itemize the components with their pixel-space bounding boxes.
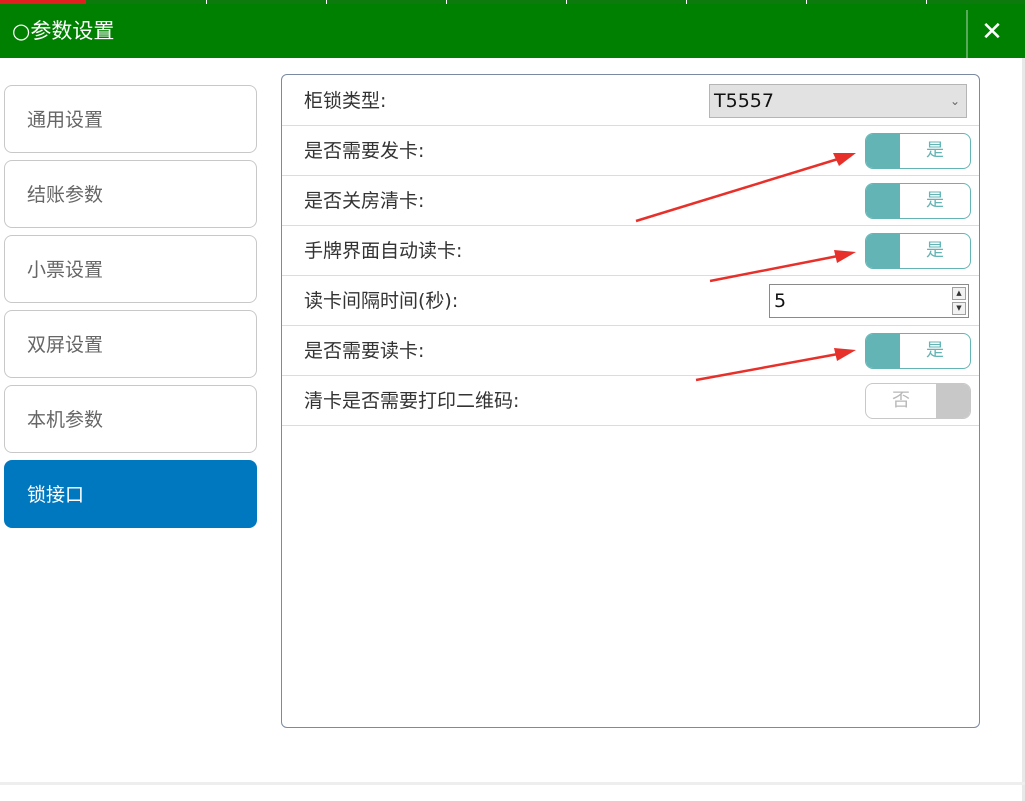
- chevron-down-icon: ⌄: [949, 94, 960, 108]
- need-issue-card-toggle[interactable]: 是: [865, 133, 971, 169]
- titlebar: ○参数设置 ✕: [0, 4, 1025, 58]
- toggle-knob: [866, 134, 900, 168]
- stepper-down-icon[interactable]: ▼: [952, 302, 966, 315]
- toggle-knob: [936, 384, 970, 418]
- setting-label: 读卡间隔时间(秒):: [304, 290, 459, 312]
- setting-label: 柜锁类型:: [304, 90, 387, 112]
- setting-row-auto-read: 手牌界面自动读卡: 是: [282, 226, 979, 276]
- setting-label: 清卡是否需要打印二维码:: [304, 390, 520, 412]
- stepper-buttons: ▲ ▼: [952, 287, 966, 315]
- sidebar-item-label: 本机参数: [27, 409, 104, 431]
- need-read-card-toggle[interactable]: 是: [865, 333, 971, 369]
- toggle-text: 是: [926, 190, 944, 211]
- toggle-knob: [866, 184, 900, 218]
- setting-row-need-read-card: 是否需要读卡: 是: [282, 326, 979, 376]
- clear-card-checkout-toggle[interactable]: 是: [865, 183, 971, 219]
- sidebar-item-general[interactable]: 通用设置: [4, 85, 257, 153]
- lock-type-value: T5557: [714, 90, 774, 112]
- toggle-text: 是: [926, 140, 944, 161]
- sidebar-item-dual-screen[interactable]: 双屏设置: [4, 310, 257, 378]
- window-bottom-edge: [0, 782, 1025, 785]
- close-icon[interactable]: ✕: [976, 12, 1008, 52]
- read-interval-stepper[interactable]: 5 ▲ ▼: [769, 284, 969, 318]
- setting-row-read-interval: 读卡间隔时间(秒): 5 ▲ ▼: [282, 276, 979, 326]
- sidebar-item-label: 结账参数: [27, 184, 104, 206]
- setting-label: 手牌界面自动读卡:: [304, 240, 463, 262]
- toggle-text: 否: [892, 390, 910, 411]
- sidebar-item-lock-interface[interactable]: 锁接口: [4, 460, 257, 528]
- setting-label: 是否需要读卡:: [304, 340, 425, 362]
- toggle-knob: [866, 234, 900, 268]
- auto-read-toggle[interactable]: 是: [865, 233, 971, 269]
- sidebar-item-receipt[interactable]: 小票设置: [4, 235, 257, 303]
- sidebar-item-label: 锁接口: [27, 484, 85, 506]
- toggle-knob: [866, 334, 900, 368]
- setting-row-lock-type: 柜锁类型: T5557 ⌄: [282, 76, 979, 126]
- setting-label: 是否关房清卡:: [304, 190, 425, 212]
- window-title: ○参数设置: [12, 19, 115, 43]
- setting-label: 是否需要发卡:: [304, 140, 425, 162]
- sidebar-item-label: 小票设置: [27, 259, 104, 281]
- sidebar-item-local-params[interactable]: 本机参数: [4, 385, 257, 453]
- print-qr-toggle[interactable]: 否: [865, 383, 971, 419]
- setting-row-clear-card-checkout: 是否关房清卡: 是: [282, 176, 979, 226]
- stepper-up-icon[interactable]: ▲: [952, 287, 966, 300]
- titlebar-divider: [966, 10, 968, 58]
- lock-type-select[interactable]: T5557 ⌄: [709, 84, 967, 118]
- read-interval-value: 5: [774, 290, 787, 312]
- sidebar-item-label: 双屏设置: [27, 334, 104, 356]
- toggle-text: 是: [926, 340, 944, 361]
- setting-row-need-issue-card: 是否需要发卡: 是: [282, 126, 979, 176]
- sidebar-item-label: 通用设置: [27, 109, 104, 131]
- setting-row-print-qr: 清卡是否需要打印二维码: 否: [282, 376, 979, 426]
- toggle-text: 是: [926, 240, 944, 261]
- sidebar-item-checkout-params[interactable]: 结账参数: [4, 160, 257, 228]
